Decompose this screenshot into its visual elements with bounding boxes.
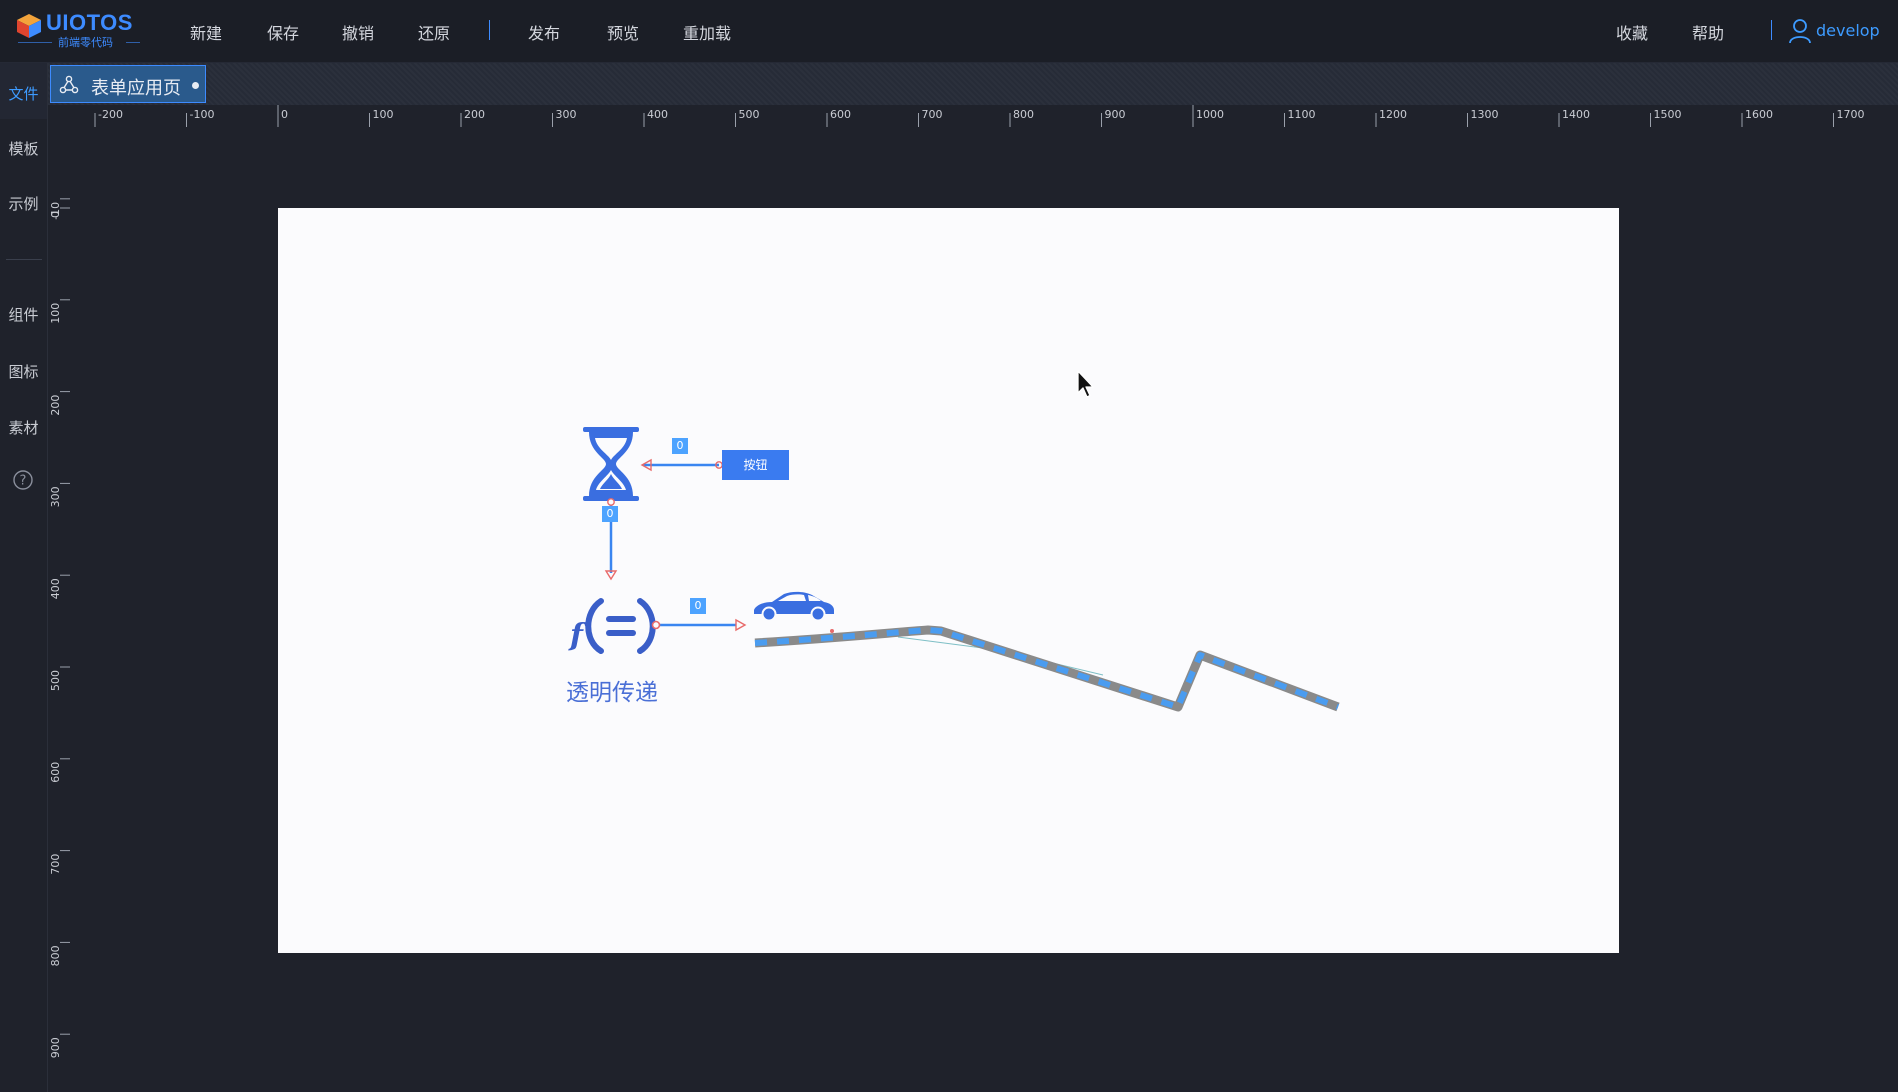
ruler-label: 500 — [739, 108, 760, 121]
svg-text:?: ? — [20, 474, 27, 489]
ruler-label: -200 — [98, 108, 123, 121]
connector-value-badge: 0 — [690, 598, 706, 614]
tab-form-page[interactable]: 表单应用页 — [50, 65, 206, 103]
ruler-label: 800 — [49, 945, 62, 966]
ruler-label: 1000 — [1196, 108, 1224, 121]
ruler-label: 400 — [49, 578, 62, 599]
ruler-label: 1500 — [1654, 108, 1682, 121]
ruler-label: 200 — [464, 108, 485, 121]
logo-subtitle: 前端零代码 — [58, 36, 113, 49]
vertical-ruler: -100100200300400500600700800900 — [49, 198, 70, 1058]
tab-strip: 表单应用页 — [48, 63, 1898, 105]
ruler-label: 300 — [49, 486, 62, 507]
path-anchor-point — [830, 629, 834, 633]
canvas-drawing: f — [568, 427, 1340, 712]
animated-route-path[interactable] — [754, 625, 1340, 712]
ruler-label: 300 — [556, 108, 577, 121]
sidebar-item-templates[interactable]: 模板 — [0, 138, 47, 159]
connector-button-to-hourglass[interactable] — [640, 458, 723, 472]
menu-separator — [1771, 20, 1772, 40]
sidebar-item-components[interactable]: 组件 — [0, 304, 47, 325]
ruler-label: 1700 — [1837, 108, 1865, 121]
ruler-label: -100 — [190, 108, 215, 121]
horizontal-ruler: -200 -100 0 100 200 300 400 500 600 700 800 900 1000… — [94, 105, 1865, 127]
design-canvas[interactable]: f 按钮 0 0 0 透明传递 — [278, 208, 1619, 953]
top-bar: UIOTOS 前端零代码 新建 保存 撤销 还原 发布 预览 重加载 收藏 帮助… — [0, 0, 1898, 63]
ruler-label: 600 — [49, 762, 62, 783]
tab-modified-indicator — [192, 82, 199, 89]
logo-divider — [126, 42, 140, 43]
canvas-button-node[interactable]: 按钮 — [722, 450, 789, 480]
connector-value-badge: 0 — [672, 438, 688, 454]
left-sidebar: 文件 模板 示例 组件 图标 素材 ? — [0, 63, 48, 1092]
menu-new-button[interactable]: 新建 — [190, 20, 222, 44]
menu-publish-button[interactable]: 发布 — [528, 20, 560, 44]
menu-redo-button[interactable]: 还原 — [418, 20, 450, 44]
question-circle-icon[interactable]: ? — [12, 469, 34, 491]
sidebar-item-examples[interactable]: 示例 — [0, 193, 47, 214]
user-name: develop — [1816, 21, 1880, 40]
menu-help-button[interactable]: 帮助 — [1692, 20, 1724, 44]
sidebar-item-file[interactable]: 文件 — [0, 83, 47, 104]
menu-favorites-button[interactable]: 收藏 — [1616, 20, 1648, 44]
logo-divider — [18, 42, 52, 43]
hourglass-icon[interactable] — [583, 427, 639, 501]
ruler-label: 200 — [49, 395, 62, 416]
ruler-label: 700 — [922, 108, 943, 121]
ruler-label: 100 — [373, 108, 394, 121]
menu-save-button[interactable]: 保存 — [267, 20, 299, 44]
logo-cube-icon — [17, 14, 41, 38]
svg-text:f: f — [568, 618, 588, 653]
ruler-label: 1400 — [1562, 108, 1590, 121]
ruler-label: 1300 — [1471, 108, 1499, 121]
ruler-label: 900 — [49, 1037, 62, 1058]
ruler-label: 600 — [830, 108, 851, 121]
ruler-label: 1600 — [1745, 108, 1773, 121]
sidebar-divider — [6, 259, 42, 260]
ruler-label: 900 — [1105, 108, 1126, 121]
function-icon[interactable]: f — [568, 598, 656, 654]
app-logo[interactable]: UIOTOS 前端零代码 — [14, 10, 144, 50]
car-icon[interactable] — [754, 591, 834, 622]
menu-undo-button[interactable]: 撤销 — [342, 20, 374, 44]
ruler-label: 100 — [49, 303, 62, 324]
ruler-label: 800 — [1013, 108, 1034, 121]
function-node-label: 透明传递 — [566, 680, 658, 706]
mouse-cursor-icon — [1077, 370, 1094, 398]
ruler-label: 500 — [49, 670, 62, 691]
ruler-label: 0 — [281, 108, 288, 121]
user-icon — [1789, 19, 1811, 44]
ruler-label: 400 — [647, 108, 668, 121]
connector-value-badge: 0 — [602, 506, 618, 522]
ruler-label: 1200 — [1379, 108, 1407, 121]
sidebar-item-icons[interactable]: 图标 — [0, 361, 47, 382]
ruler-label: 0 — [49, 211, 62, 218]
sidebar-item-materials[interactable]: 素材 — [0, 417, 47, 438]
menu-separator — [489, 20, 490, 40]
ruler-label: 700 — [49, 854, 62, 875]
connector-function-to-path[interactable] — [651, 618, 747, 632]
ruler-label: 1100 — [1288, 108, 1316, 121]
tab-label: 表单应用页 — [91, 78, 181, 99]
menu-reload-button[interactable]: 重加载 — [683, 20, 731, 44]
menu-preview-button[interactable]: 预览 — [607, 20, 639, 44]
logo-text: UIOTOS — [46, 10, 133, 35]
node-graph-icon — [59, 75, 79, 94]
